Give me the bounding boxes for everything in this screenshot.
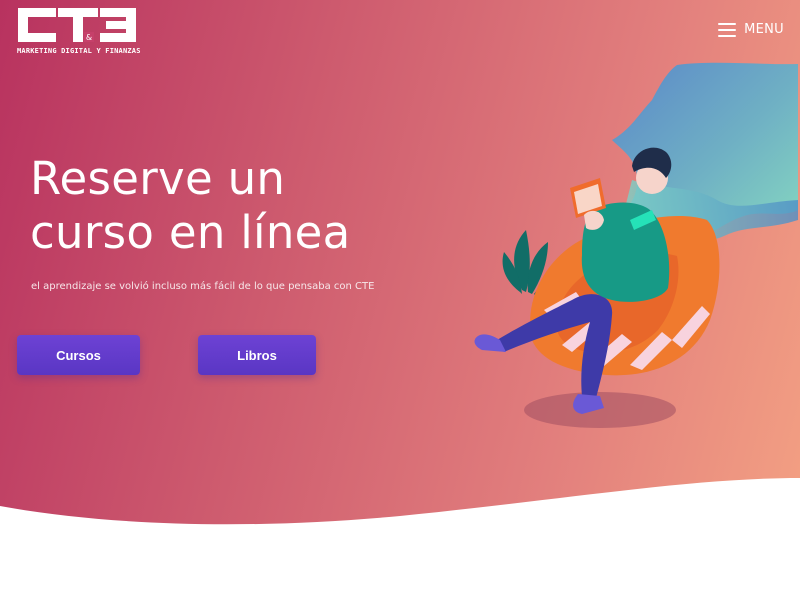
hero-title: Reserve un curso en línea bbox=[30, 152, 450, 260]
cursos-button[interactable]: Cursos bbox=[17, 335, 140, 375]
hero-section: & MARKETING DIGITAL Y FINANZAS MENU Rese… bbox=[0, 0, 800, 600]
shoe-left bbox=[474, 334, 506, 352]
hero-title-line1: Reserve un bbox=[30, 152, 286, 205]
logo-tagline: MARKETING DIGITAL Y FINANZAS bbox=[17, 47, 141, 55]
logo-ampersand: & bbox=[86, 33, 92, 42]
brand-logo[interactable]: & MARKETING DIGITAL Y FINANZAS bbox=[16, 6, 141, 56]
libros-button[interactable]: Libros bbox=[198, 335, 316, 375]
logo-mark: & bbox=[18, 8, 136, 42]
hamburger-icon bbox=[718, 22, 737, 37]
hero-title-line2: curso en línea bbox=[30, 206, 351, 259]
menu-label: MENU bbox=[744, 22, 784, 37]
person-reading-illustration bbox=[474, 62, 798, 428]
menu-button[interactable]: MENU bbox=[718, 22, 784, 37]
hero-subtitle: el aprendizaje se volvió incluso más fác… bbox=[31, 281, 375, 292]
bottom-wave bbox=[0, 478, 800, 600]
